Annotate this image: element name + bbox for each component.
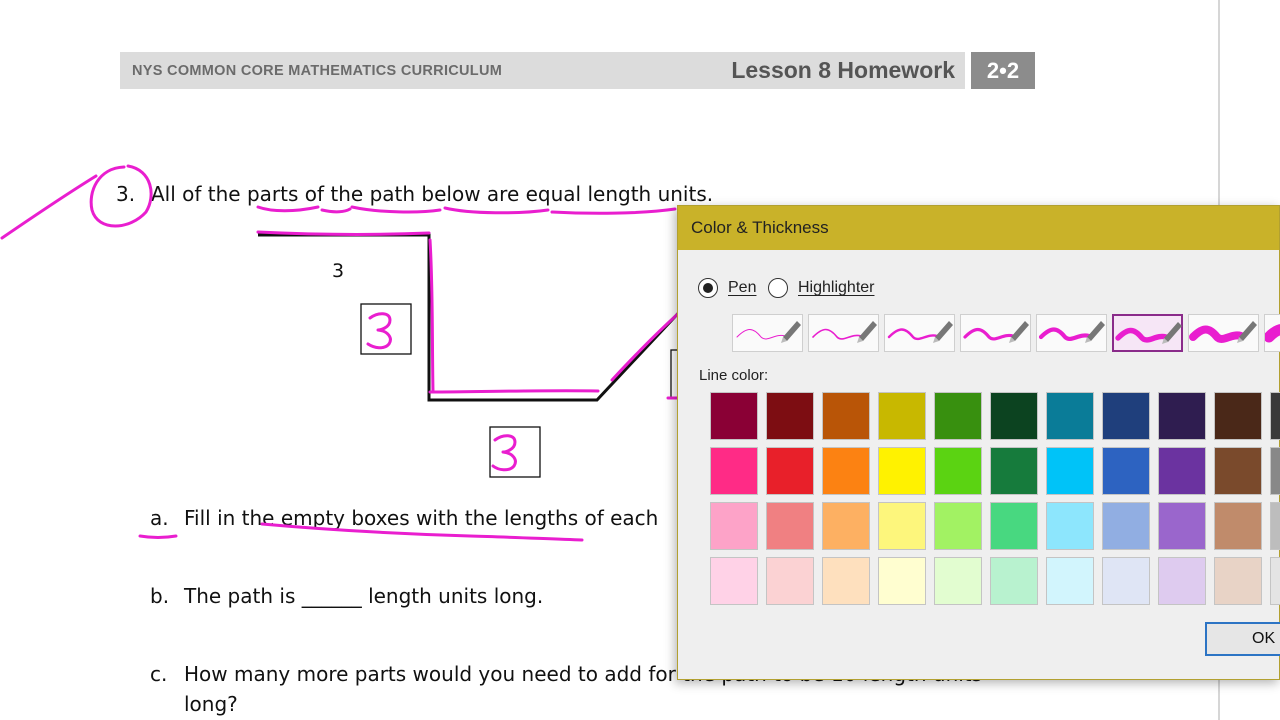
path-segment-label: 3 (332, 260, 345, 282)
question-number: 3. (116, 182, 136, 206)
curriculum-title: NYS COMMON CORE MATHEMATICS CURRICULUM (132, 63, 503, 79)
answer-box-1[interactable] (360, 303, 412, 355)
color-swatch[interactable] (990, 392, 1038, 440)
color-swatch[interactable] (878, 557, 926, 605)
part-a-letter: a. (150, 506, 169, 530)
pen-stroke-icon (812, 321, 877, 343)
color-swatch[interactable] (1158, 557, 1206, 605)
color-thickness-dialog: Color & Thickness Pen Highlighter Line c… (677, 205, 1280, 680)
part-a-text: Fill in the empty boxes with the lengths… (184, 506, 659, 530)
color-swatch[interactable] (934, 557, 982, 605)
pen-stroke-icon (1189, 321, 1257, 343)
color-swatch[interactable] (1270, 392, 1280, 440)
color-swatch[interactable] (878, 392, 926, 440)
thickness-option[interactable] (1264, 314, 1280, 352)
color-swatch[interactable] (1214, 447, 1262, 495)
thickness-option[interactable] (1188, 314, 1259, 352)
color-swatch[interactable] (1270, 502, 1280, 550)
part-b-letter: b. (150, 584, 170, 608)
color-swatch[interactable] (1270, 557, 1280, 605)
color-swatch[interactable] (710, 557, 758, 605)
color-swatch[interactable] (822, 557, 870, 605)
color-swatch[interactable] (1046, 447, 1094, 495)
pen-stroke-icon (963, 321, 1029, 343)
color-swatch[interactable] (1102, 502, 1150, 550)
part-c-letter: c. (150, 662, 168, 686)
color-swatch[interactable] (1270, 447, 1280, 495)
pen-ink (0, 164, 682, 542)
color-swatch[interactable] (990, 502, 1038, 550)
pen-radio[interactable]: Pen (698, 278, 756, 298)
color-swatch[interactable] (766, 557, 814, 605)
pen-stroke-icon (1038, 321, 1105, 343)
color-swatch[interactable] (766, 392, 814, 440)
color-swatch[interactable] (990, 557, 1038, 605)
color-swatch[interactable] (1046, 557, 1094, 605)
thickness-option[interactable] (808, 314, 879, 352)
lesson-title: Lesson 8 Homework (731, 57, 955, 83)
pen-stroke-icon (1115, 322, 1182, 344)
pen-radio-label: Pen (728, 279, 757, 296)
thickness-option[interactable] (884, 314, 955, 352)
question-text: All of the parts of the path below are e… (151, 182, 714, 206)
thickness-option[interactable] (1112, 314, 1183, 352)
color-swatch[interactable] (1102, 557, 1150, 605)
part-c-text-continued: long? (184, 692, 238, 716)
color-swatch[interactable] (1214, 502, 1262, 550)
highlighter-radio[interactable]: Highlighter (768, 278, 874, 298)
color-swatch[interactable] (1046, 392, 1094, 440)
color-swatch[interactable] (1214, 557, 1262, 605)
color-swatch[interactable] (1046, 502, 1094, 550)
color-swatch[interactable] (934, 392, 982, 440)
dialog-title-bar[interactable]: Color & Thickness (678, 206, 1279, 250)
color-swatch[interactable] (1158, 502, 1206, 550)
thickness-option[interactable] (732, 314, 803, 352)
pen-stroke-icon (736, 321, 801, 343)
color-swatch[interactable] (766, 502, 814, 550)
color-swatch[interactable] (1102, 447, 1150, 495)
pen-stroke-icon (1265, 324, 1280, 343)
color-swatch[interactable] (878, 447, 926, 495)
radio-selected-icon (698, 278, 718, 298)
pen-stroke-icon (887, 321, 953, 343)
color-swatch[interactable] (766, 447, 814, 495)
highlighter-radio-label: Highlighter (798, 279, 875, 296)
dialog-title: Color & Thickness (691, 218, 829, 237)
color-swatch[interactable] (1158, 447, 1206, 495)
color-swatch[interactable] (822, 392, 870, 440)
color-swatch[interactable] (710, 502, 758, 550)
color-swatch[interactable] (1158, 392, 1206, 440)
ok-button[interactable]: OK (1205, 622, 1280, 656)
color-swatch[interactable] (822, 502, 870, 550)
color-swatch[interactable] (1102, 392, 1150, 440)
path-figure (258, 233, 702, 402)
lesson-header-bar: NYS COMMON CORE MATHEMATICS CURRICULUM L… (120, 52, 965, 89)
answer-box-2[interactable] (489, 426, 541, 478)
line-color-label: Line color: (699, 367, 769, 384)
color-swatch[interactable] (822, 447, 870, 495)
color-swatch[interactable] (990, 447, 1038, 495)
color-swatch[interactable] (710, 392, 758, 440)
thickness-option[interactable] (1036, 314, 1107, 352)
grade-module-badge: 2•2 (971, 52, 1035, 89)
color-swatch[interactable] (934, 502, 982, 550)
radio-unselected-icon (768, 278, 788, 298)
part-b-text: The path is ______ length units long. (184, 584, 544, 608)
color-swatch[interactable] (878, 502, 926, 550)
color-swatch[interactable] (934, 447, 982, 495)
thickness-option[interactable] (960, 314, 1031, 352)
color-swatch[interactable] (1214, 392, 1262, 440)
color-swatch[interactable] (710, 447, 758, 495)
